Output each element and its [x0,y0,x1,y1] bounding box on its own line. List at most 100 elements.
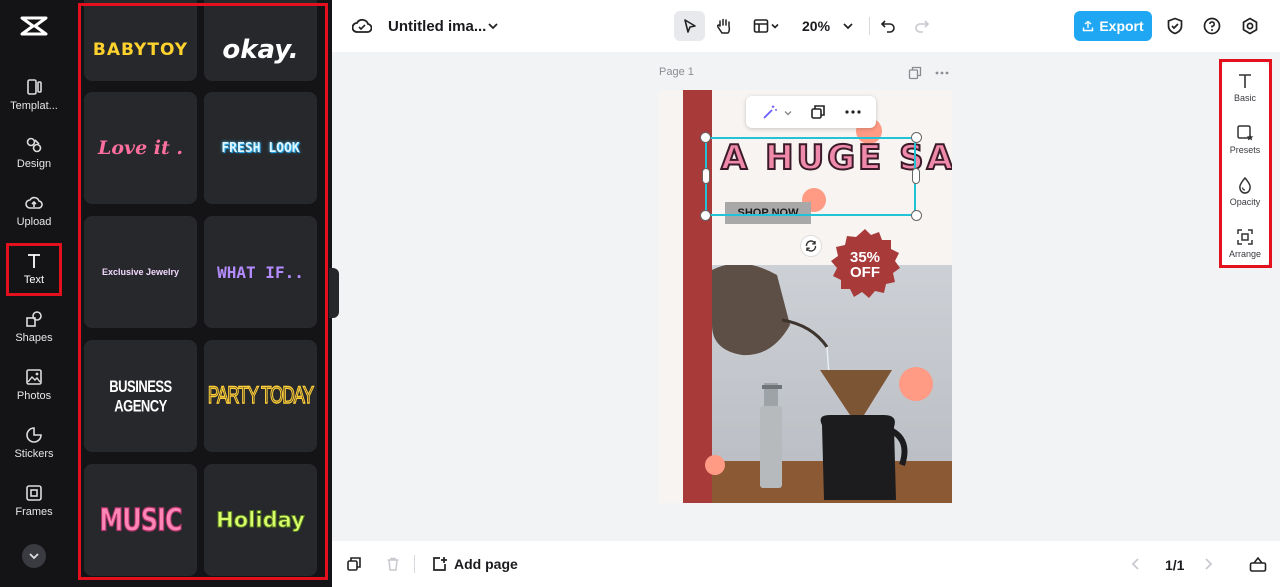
text-style-panel: BABYTOY okay. Love it . FRESH LOOK Exclu… [68,0,332,587]
shield-check-icon[interactable] [1166,17,1184,35]
export-button[interactable]: Export [1074,11,1152,41]
duplicate-page-icon[interactable] [908,66,922,80]
duplicate-page-icon[interactable] [346,556,362,572]
text-style-card[interactable]: okay. [204,0,317,81]
nav-label: Stickers [14,448,54,460]
card-preview-text: FRESH LOOK [221,140,300,156]
nav-more-button[interactable] [22,544,46,568]
nav-upload[interactable]: Upload [0,194,68,250]
help-icon[interactable] [1203,17,1221,35]
text-style-card[interactable]: MUSIC [84,464,197,576]
resize-handle-left[interactable] [702,168,710,184]
text-style-card[interactable]: Holiday [204,464,317,576]
select-tool-button[interactable] [674,11,705,41]
nav-stickers[interactable]: Stickers [0,426,68,482]
nav-frames[interactable]: Frames [0,484,68,540]
more-horizontal-icon[interactable] [935,70,949,76]
photo-icon [26,369,42,385]
capcut-logo[interactable] [19,14,49,38]
properties-panel: Basic Presets Opacity Arrange [1221,62,1269,266]
redo-icon[interactable] [914,18,930,34]
prop-label: Basic [1233,93,1256,103]
resize-handle-top-right[interactable] [911,132,922,143]
decor-circle[interactable] [899,367,933,401]
page-label: Page 1 [659,66,694,78]
magic-wand-icon[interactable] [762,104,778,120]
divider [869,17,870,35]
nav-label: Shapes [15,332,53,344]
layout-menu-button[interactable] [748,11,786,41]
chevron-down-icon[interactable] [783,108,793,118]
chevron-down-icon[interactable] [842,20,854,32]
resize-handle-top-left[interactable] [700,132,711,143]
card-preview-text: Exclusive Jewelry [101,267,180,277]
badge-line-2: OFF [850,264,880,281]
cloud-sync-icon[interactable] [352,17,372,35]
card-preview-text: BABYTOY [92,40,189,60]
card-preview-text: PARTY TODAY [207,381,314,409]
collapse-panel-handle[interactable] [329,268,339,318]
discount-badge-text[interactable]: 35% OFF [829,250,901,280]
prop-label: Arrange [1228,249,1262,259]
rotate-icon [805,240,817,252]
duplicate-icon[interactable] [810,104,826,120]
hand-tool-button[interactable] [709,11,739,41]
card-preview-text: MUSIC [99,501,183,539]
chevron-down-icon [29,553,39,560]
zoom-level[interactable]: 20% [802,18,830,34]
presets-icon [1237,125,1254,141]
selection-box[interactable] [705,137,916,216]
text-style-card[interactable]: Love it . [84,92,197,204]
text-style-card[interactable]: BABYTOY [84,0,197,81]
page-manager-icon[interactable] [1249,555,1267,573]
design-icon [26,137,42,153]
nav-label: Templat... [10,100,58,112]
text-style-card[interactable]: PARTY TODAY [204,340,317,452]
prop-arrange[interactable]: Arrange [1221,228,1269,259]
templates-icon [27,79,42,95]
chevron-left-icon[interactable] [1129,557,1143,571]
trash-icon[interactable] [385,556,401,572]
add-page-button[interactable]: Add page [432,556,518,572]
settings-gear-icon[interactable] [1241,17,1259,35]
undo-icon[interactable] [880,18,896,34]
chevron-right-icon[interactable] [1201,557,1215,571]
text-style-card[interactable]: WHAT IF.. [204,216,317,328]
upload-cloud-icon [25,196,43,209]
nav-templates[interactable]: Templat... [0,78,68,134]
export-upload-icon [1083,20,1094,32]
rotate-handle[interactable] [800,235,822,257]
chevron-down-icon [771,23,779,29]
prop-label: Opacity [1229,197,1261,207]
resize-handle-bottom-right[interactable] [911,210,922,221]
decor-circle[interactable] [705,455,725,475]
card-preview-text: Holiday [216,508,306,533]
card-preview-text: WHAT IF.. [217,262,304,282]
nav-shapes[interactable]: Shapes [0,310,68,366]
prop-basic[interactable]: Basic [1221,72,1269,103]
document-title[interactable]: Untitled ima... [388,18,486,35]
nav-label: Design [16,158,52,170]
prop-presets[interactable]: Presets [1221,124,1269,155]
nav-label: Frames [15,506,53,518]
text-t-icon [1239,74,1251,88]
nav-photos[interactable]: Photos [0,368,68,424]
left-nav: Templat... Design Upload Text Shapes Pho… [0,0,68,587]
arrange-icon [1237,229,1253,245]
prop-opacity[interactable]: Opacity [1221,176,1269,207]
nav-design[interactable]: Design [0,136,68,192]
text-style-card[interactable]: BUSINESS AGENCY [84,340,197,452]
text-style-card[interactable]: FRESH LOOK [204,92,317,204]
add-page-label: Add page [454,556,518,572]
resize-handle-right[interactable] [912,168,920,184]
shapes-icon [26,311,42,327]
divider [414,555,415,573]
resize-handle-bottom-left[interactable] [700,210,711,221]
sticker-icon [26,427,42,443]
text-style-card[interactable]: Exclusive Jewelry [84,216,197,328]
add-page-icon [433,557,447,571]
more-horizontal-icon[interactable] [845,109,861,115]
chevron-down-icon[interactable] [486,19,500,33]
top-toolbar: Untitled ima... 20% Export [332,0,1280,52]
card-preview-text: BUSINESS AGENCY [109,376,172,416]
